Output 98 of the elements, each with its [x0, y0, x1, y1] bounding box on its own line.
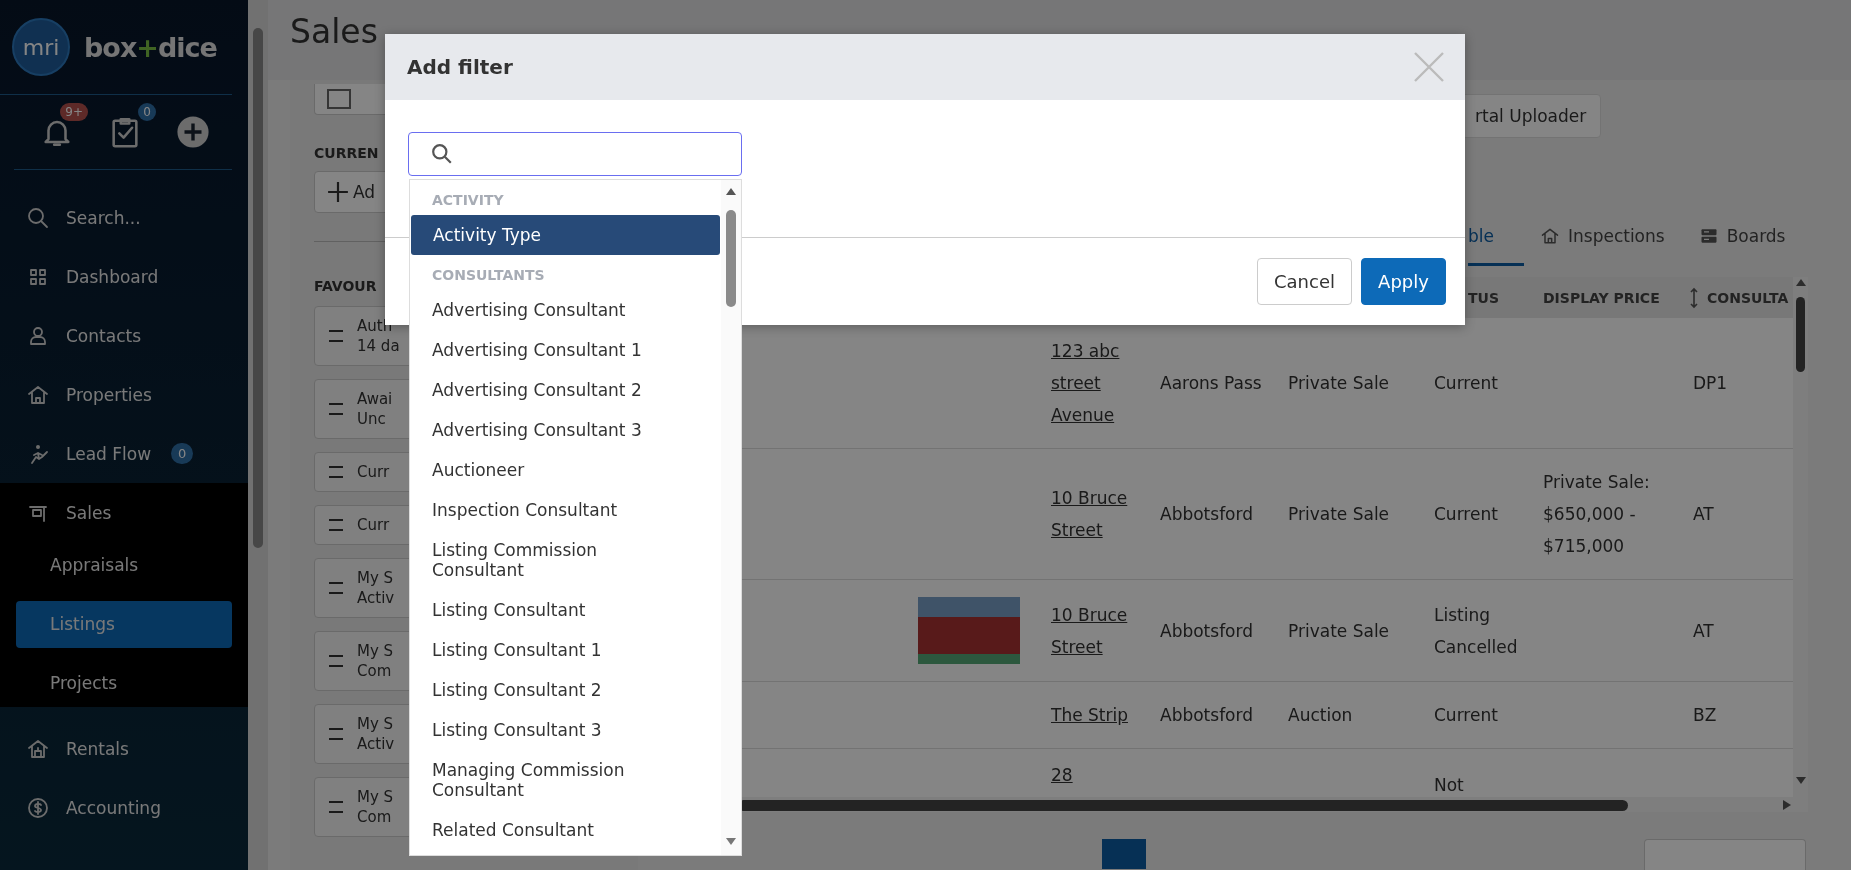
section-label: CURREN [314, 145, 379, 161]
column-header[interactable]: CONSULTA [1681, 286, 1793, 309]
table-cell-text: Not [1434, 774, 1464, 797]
drag-handle-icon[interactable] [329, 655, 343, 667]
table-cell-text: Current [1434, 503, 1498, 526]
filter-name: Awai [357, 390, 393, 409]
table-cell-text: Abbotsford [1160, 619, 1253, 643]
filter-name: Unc [357, 410, 386, 429]
address-link[interactable]: 123 abc street Avenue [1051, 335, 1140, 431]
filter-option[interactable]: Listing Consultant 1 [410, 630, 720, 670]
filter-name: Com [357, 808, 392, 827]
filter-name: Com [357, 662, 392, 681]
table-cell-text: Auction [1288, 704, 1353, 727]
nav-item[interactable]: Properties [0, 365, 248, 424]
cancel-button[interactable]: Cancel [1257, 258, 1352, 305]
filter-option[interactable]: Auctioneer [410, 450, 720, 490]
view-tab[interactable]: Inspections [1540, 219, 1683, 266]
search-icon [431, 143, 453, 165]
nav-item[interactable]: Lead Flow 0 [0, 424, 248, 483]
filter-name: Activ [357, 735, 395, 754]
drag-handle-icon[interactable] [329, 466, 343, 478]
filter-option[interactable]: Listing Consultant [410, 590, 720, 630]
sort-icon[interactable] [1689, 286, 1699, 309]
dollar-icon [26, 795, 50, 820]
drag-handle-icon[interactable] [329, 801, 343, 813]
filter-option[interactable]: Activity Type [411, 215, 720, 255]
filter-option[interactable]: Listing Consultant 2 [410, 670, 720, 710]
filter-name: 14 da [357, 337, 400, 356]
table-cell-text: Current [1434, 704, 1498, 727]
group-label: CONSULTANTS [431, 266, 546, 285]
filter-name: My S [357, 788, 394, 807]
filter-name: Curr [357, 516, 390, 535]
table-cell-text: BZ [1693, 704, 1717, 727]
count-badge: 9+ [60, 103, 88, 121]
filter-name: My S [357, 715, 394, 734]
nav-item[interactable]: Projects [16, 660, 232, 707]
add-icon[interactable] [176, 115, 210, 149]
column-header: TUS [1467, 289, 1500, 306]
table-cell-text: Private Sale: $650,000 - $715,000 [1543, 471, 1651, 558]
count-badge: 0 [171, 443, 194, 464]
filter-search-field[interactable] [408, 132, 742, 176]
table-cell-text: AT [1693, 619, 1714, 643]
table-cell-text: Abbotsford [1160, 503, 1253, 526]
filter-option[interactable]: Managing Commission Consultant [410, 750, 720, 810]
filter-option[interactable]: Related Consultant [410, 810, 720, 850]
table-cell-text: Abbotsford [1160, 704, 1253, 727]
filter-name: Activ [357, 589, 395, 608]
address-link[interactable]: 10 Bruce Street [1051, 598, 1140, 663]
table-cell-text: Current [1434, 372, 1498, 395]
address-link[interactable]: 28 [1051, 759, 1073, 791]
page-title: Sales [290, 12, 379, 51]
column-header: DISPLAY PRICE [1542, 289, 1661, 306]
table-cell-text: Private Sale [1288, 619, 1390, 643]
address-link[interactable]: The Strip [1051, 699, 1128, 731]
filter-name: My S [357, 642, 394, 661]
table-cell-text: Aarons Pass [1160, 372, 1262, 395]
nav-item[interactable]: Dashboard [0, 247, 248, 306]
filter-option[interactable]: Advertising Consultant 1 [410, 330, 720, 370]
sidebar-scrollbar[interactable] [248, 0, 268, 870]
filter-option[interactable]: Advertising Consultant [410, 290, 720, 330]
filter-option[interactable]: Listing Commission Consultant [410, 530, 720, 590]
count-badge: 0 [138, 103, 156, 121]
dialog-title: Add filter [407, 55, 513, 79]
filter-option[interactable]: Advertising Consultant 2 [410, 370, 720, 410]
section-label: FAVOUR [314, 278, 377, 294]
view-tab[interactable]: ble [1468, 219, 1524, 266]
table-cell-text: AT [1693, 503, 1714, 526]
logo-badge[interactable]: mri [12, 18, 70, 76]
group-label: ACTIVITY [431, 191, 505, 210]
nav-item[interactable]: Rentals [0, 719, 248, 778]
drag-handle-icon[interactable] [329, 519, 343, 531]
table-cell-text: Listing Cancelled [1434, 603, 1519, 659]
drag-handle-icon[interactable] [329, 582, 343, 594]
filter-name: My S [357, 569, 394, 588]
drag-handle-icon[interactable] [329, 403, 343, 415]
view-tab[interactable]: Boards [1698, 219, 1804, 266]
nav-item[interactable]: Listings [16, 601, 232, 648]
nav-item[interactable]: Search... [0, 188, 248, 247]
filter-option[interactable]: Listing Consultant 3 [410, 710, 720, 750]
house-icon [1540, 226, 1560, 246]
table-cell-text: DP1 [1693, 372, 1728, 395]
apply-button[interactable]: Apply [1361, 258, 1446, 305]
drag-handle-icon[interactable] [329, 728, 343, 740]
brand-wordmark: box+dice [84, 31, 217, 63]
list-scrollbar[interactable] [721, 180, 741, 855]
search-icon [26, 205, 50, 230]
plus-icon [327, 181, 349, 203]
nav-item[interactable]: Appraisals [16, 542, 232, 589]
drag-handle-icon[interactable] [329, 330, 343, 342]
address-link[interactable]: 10 Bruce Street [1051, 482, 1140, 546]
filter-option[interactable]: Advertising Consultant 3 [410, 410, 720, 450]
table-cell-text: Private Sale [1288, 503, 1390, 526]
nav-item[interactable]: Sales [0, 483, 248, 542]
filter-name: Curr [357, 463, 390, 482]
table-cell-text: Private Sale [1288, 372, 1390, 395]
nav-item[interactable]: Contacts [0, 306, 248, 365]
filter-option[interactable]: Inspection Consultant [410, 490, 720, 530]
nav-item[interactable]: Accounting [0, 778, 248, 837]
